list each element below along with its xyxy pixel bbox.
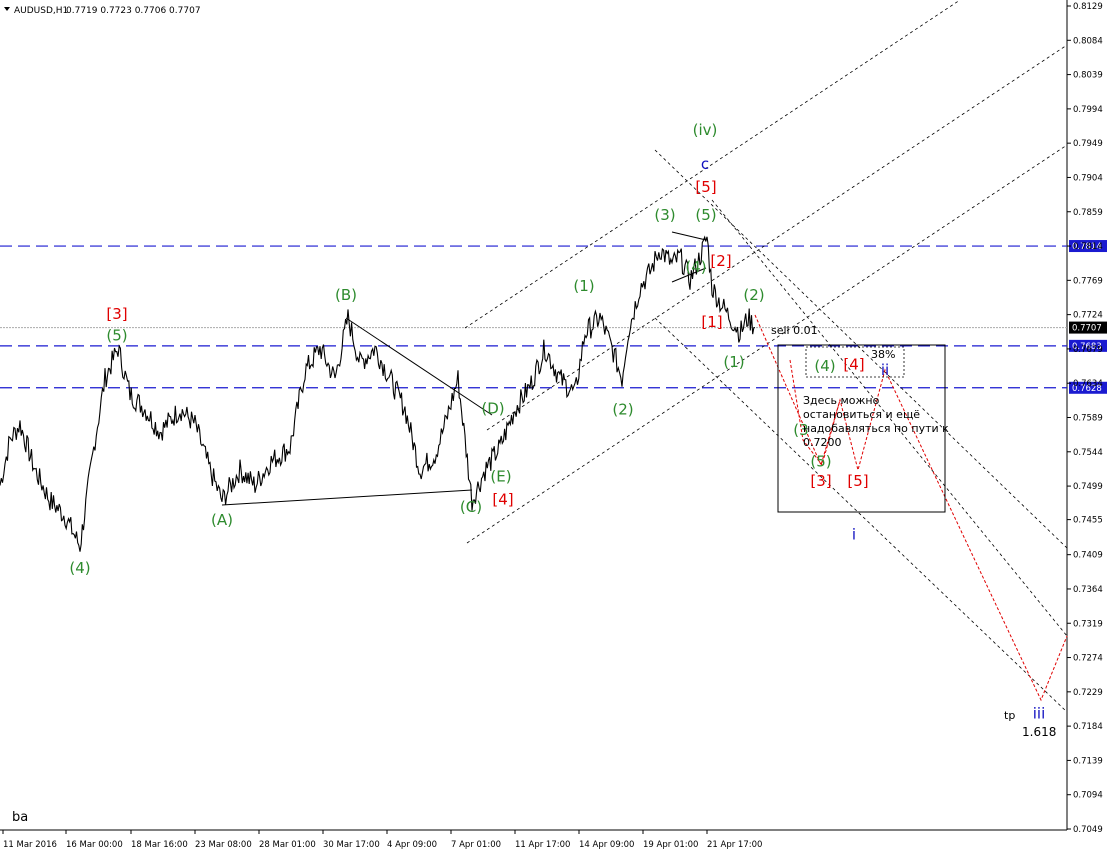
footer-label: ba	[12, 810, 28, 825]
note-line-3: надобавляться по пути к	[803, 422, 949, 435]
wave-label: [3]	[810, 472, 831, 490]
price-tick-label: 0.8084	[1073, 36, 1103, 46]
price-tick-label: 0.7409	[1073, 551, 1103, 561]
price-tick-label: 0.8129	[1073, 2, 1103, 12]
wave-label: (1)	[573, 277, 594, 295]
wave-label: c	[701, 155, 709, 173]
price-tick-label: 0.7139	[1073, 756, 1103, 766]
wave-label: [5]	[847, 472, 868, 490]
time-axis: 11 Mar 2016 16 Mar 00:00 18 Mar 16:00 23 Ma…	[2, 830, 762, 850]
wave-label: (C)	[460, 498, 482, 516]
price-tick-label: 0.7859	[1073, 208, 1103, 218]
wave-label: [4]	[843, 355, 864, 373]
time-tick-label: 18 Mar 16:00	[131, 840, 188, 850]
wave-label: (2)	[743, 286, 764, 304]
channel-line	[654, 317, 1068, 713]
header-dropdown-icon[interactable]	[4, 7, 10, 11]
price-tick-label: 0.7274	[1073, 654, 1103, 664]
price-tick-label: 0.7904	[1073, 173, 1103, 183]
wave-label: (iv)	[693, 121, 718, 139]
channel-line	[466, 144, 1068, 544]
price-tick-label: 0.8039	[1073, 71, 1103, 81]
price-tick-label: 0.7229	[1073, 688, 1103, 698]
time-tick-label: 28 Mar 01:00	[259, 840, 316, 850]
price-tick-label: 0.7455	[1073, 516, 1103, 526]
wave-label: [3]	[106, 305, 127, 323]
fib-1618-label: 1.618	[1022, 725, 1056, 739]
wave-label: i	[852, 525, 856, 543]
fib-38-label: 38%	[871, 348, 895, 361]
channel-line	[486, 44, 1068, 431]
time-tick-label: 14 Apr 09:00	[579, 840, 634, 850]
wave-trendline	[671, 231, 707, 241]
price-tick-label: 0.7634	[1073, 379, 1103, 389]
time-tick-label: 4 Apr 09:00	[387, 840, 437, 850]
time-tick-label: 23 Mar 08:00	[195, 840, 252, 850]
wave-trendline	[345, 317, 493, 416]
time-tick-label: 16 Mar 00:00	[66, 840, 123, 850]
wave-label: [4]	[492, 490, 513, 508]
time-tick-label: 19 Apr 01:00	[643, 840, 698, 850]
wave-label: (5)	[695, 206, 716, 224]
horizontal-levels	[0, 245, 1067, 389]
price-tick-label: 0.7364	[1073, 585, 1103, 595]
time-tick-label: 7 Apr 01:00	[451, 840, 501, 850]
current-price-label: 0.7707	[1072, 324, 1102, 334]
price-tick-label: 0.7589	[1073, 414, 1103, 424]
wave-label: (2)	[612, 400, 633, 418]
wave-trendline	[221, 489, 473, 506]
note-line-2: остановиться и ещё	[803, 408, 920, 421]
wave-label: (D)	[481, 400, 504, 418]
tp-label: tp	[1004, 709, 1015, 722]
wave-label: (5)	[810, 452, 831, 470]
price-line	[0, 235, 756, 552]
price-tick-label: 0.7769	[1073, 276, 1103, 286]
wave-label: (4)	[814, 357, 835, 375]
price-tick-label: 0.7949	[1073, 139, 1103, 149]
wave-label: (1)	[723, 353, 744, 371]
price-tick-label: 0.7049	[1073, 825, 1103, 835]
time-tick-label: 30 Mar 17:00	[323, 840, 380, 850]
wave-label: iii	[1033, 705, 1046, 723]
price-series	[0, 235, 756, 552]
price-chart: (4) (5) [3] (A) (B) (C) (D) (E) [4] (1) (2) (3) (5) (…	[0, 0, 1107, 850]
time-tick-label: 21 Apr 17:00	[707, 840, 762, 850]
price-tick-label: 0.7499	[1073, 482, 1103, 492]
wave-label: (B)	[335, 286, 357, 304]
wave-label: (3)	[654, 206, 675, 224]
note-line-4: 0.7200	[803, 436, 842, 449]
price-tick-label: 0.7994	[1073, 105, 1103, 115]
price-tick-label: 0.7544	[1073, 448, 1103, 458]
wave-label: (4)	[69, 559, 90, 577]
price-tick-label: 0.7724	[1073, 311, 1103, 321]
channel-line	[464, 0, 961, 329]
wave-label: (5)	[106, 327, 127, 345]
price-tick-label: 0.7094	[1073, 791, 1103, 801]
wave-label: (A)	[211, 511, 233, 529]
wave-label: (4)	[685, 258, 706, 276]
price-tick-label: 0.7679	[1073, 345, 1103, 355]
chart-header-ohlc: 0.7719 0.7723 0.7706 0.7707	[66, 6, 201, 16]
time-tick-label: 11 Mar 2016	[3, 840, 57, 850]
price-tick-label: 0.7184	[1073, 722, 1103, 732]
trend-lines	[221, 0, 1068, 713]
wave-label: [5]	[695, 178, 716, 196]
wave-label: ii	[881, 361, 889, 379]
price-tick-label: 0.7814	[1073, 242, 1103, 252]
sell-label: sell 0.01	[771, 324, 818, 337]
wave-label: (E)	[490, 468, 511, 486]
price-axis: 0.78140.76830.76280.77070.81290.80840.80…	[1067, 2, 1107, 835]
note-line-1: Здесь можно	[803, 394, 880, 407]
chart-header-symbol: AUDUSD,H1	[14, 6, 68, 16]
wave-label: [1]	[701, 313, 722, 331]
wave-label: [2]	[710, 252, 731, 270]
projection-path	[754, 314, 1068, 702]
time-tick-label: 11 Apr 17:00	[515, 840, 570, 850]
price-tick-label: 0.7319	[1073, 619, 1103, 629]
